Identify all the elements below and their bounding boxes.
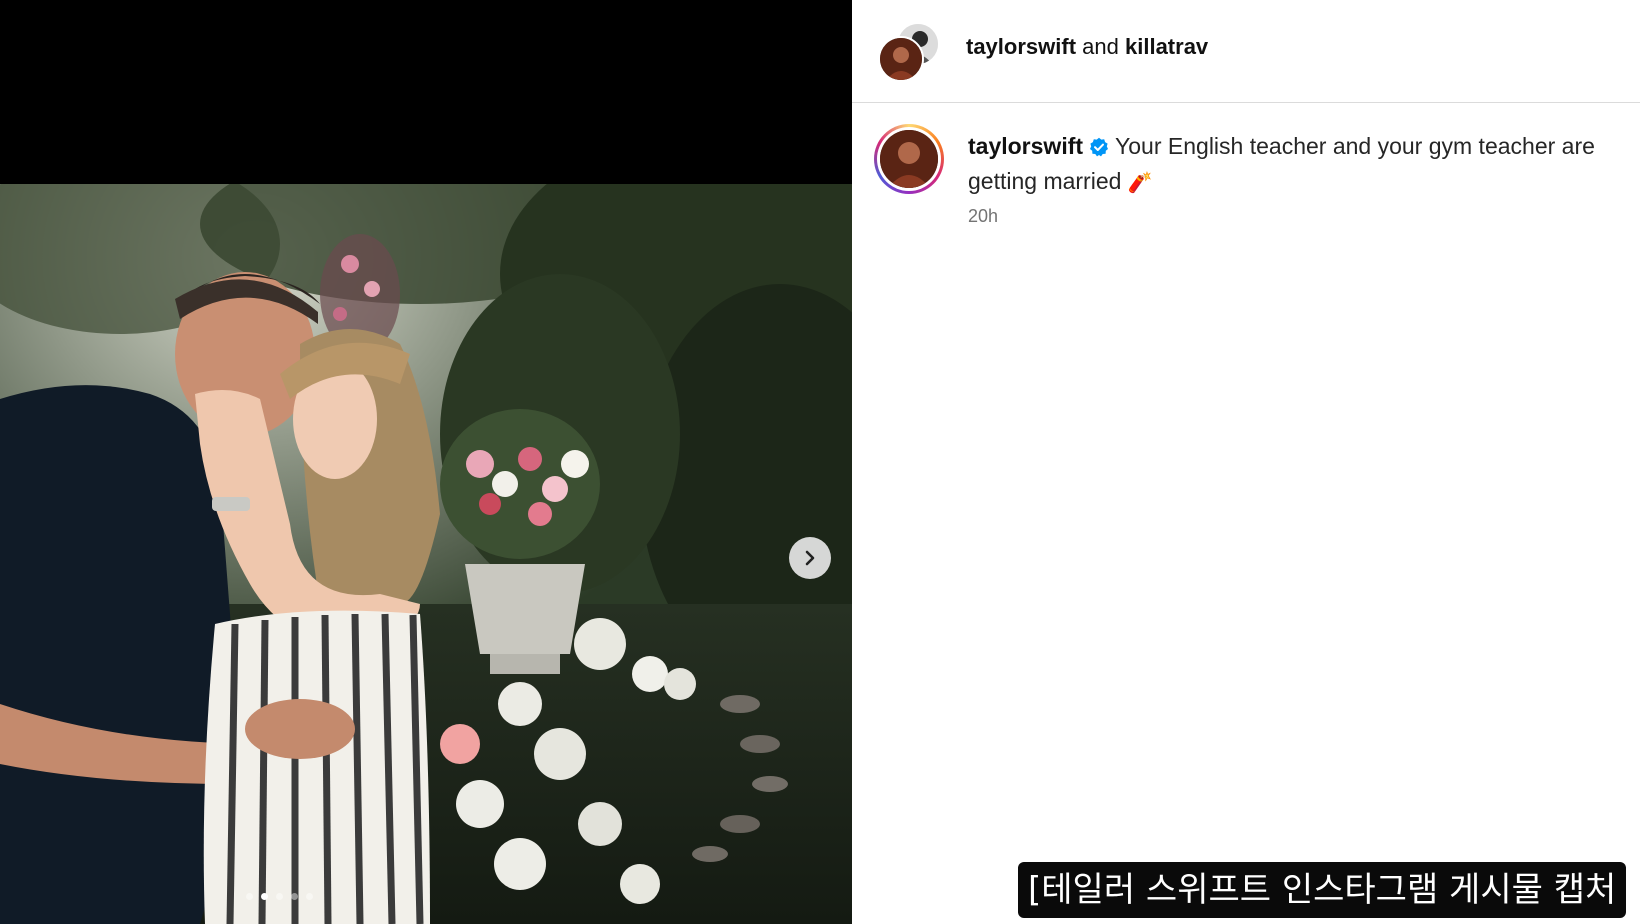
carousel-dot xyxy=(276,893,283,900)
news-subtitle-caption: [테일러 스위프트 인스타그램 게시물 캡처 xyxy=(1018,862,1627,918)
firecracker-emoji: 🧨 xyxy=(1127,172,1153,194)
carousel-dot xyxy=(246,893,253,900)
collab-avatars[interactable] xyxy=(878,22,940,82)
collab-usernames: taylorswift and killatrav xyxy=(966,34,1208,60)
username-link[interactable]: taylorswift xyxy=(966,34,1076,59)
post-caption: taylorswift Your English teacher and your… xyxy=(968,130,1628,199)
post-header: taylorswift and killatrav xyxy=(852,0,1640,103)
carousel-next-button[interactable] xyxy=(789,537,831,579)
carousel-dot xyxy=(291,893,298,900)
carousel-dot-active xyxy=(261,893,268,900)
caption-username[interactable]: taylorswift xyxy=(968,133,1083,159)
carousel-dot xyxy=(306,893,313,900)
caption-avatar[interactable] xyxy=(874,124,944,194)
carousel-indicator xyxy=(246,893,313,900)
chevron-right-icon xyxy=(805,550,815,566)
post-timestamp[interactable]: 20h xyxy=(968,206,998,227)
avatar xyxy=(880,130,938,188)
post-media xyxy=(0,0,852,924)
username-link[interactable]: killatrav xyxy=(1125,34,1208,59)
conjunction-text: and xyxy=(1082,34,1119,59)
verified-badge-icon xyxy=(1089,133,1109,165)
post-photo xyxy=(0,184,852,924)
post-details-panel: taylorswift and killatrav taylorswift You… xyxy=(852,0,1640,924)
avatar[interactable] xyxy=(878,36,924,82)
